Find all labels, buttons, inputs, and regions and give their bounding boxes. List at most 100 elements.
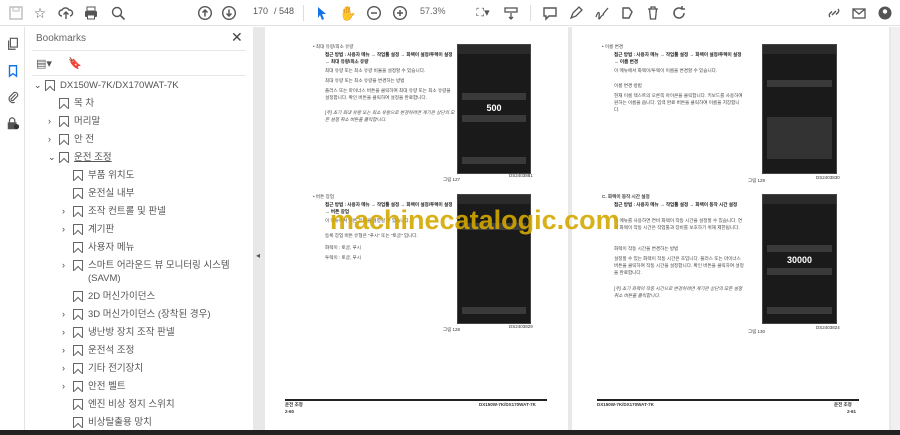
paragraph: 이 메뉴에서 화렉이/투렉이 이름을 변경할 수 있습니다. <box>614 68 718 73</box>
chevron-icon[interactable]: › <box>48 115 57 128</box>
bookmark-label: 안전 벨트 <box>88 380 126 393</box>
bookmark-label: 조작 컨트롤 및 판넬 <box>88 205 166 218</box>
bookmark-label: 운전석 조정 <box>88 344 134 357</box>
chevron-icon[interactable]: › <box>62 344 71 357</box>
chevron-icon[interactable]: › <box>48 133 57 146</box>
paragraph: 화렉이 : 토글, 푸시 <box>325 245 361 250</box>
close-panel-button[interactable]: ✕ <box>231 29 243 46</box>
bookmark-item[interactable]: › 머리말 <box>48 115 100 128</box>
bookmark-label-text: (SAVM) <box>88 273 121 284</box>
stamp-icon[interactable] <box>618 4 636 22</box>
bookmarks-icon[interactable] <box>4 62 21 79</box>
scroll-mode-icon[interactable] <box>502 4 520 22</box>
paragraph: 플러스 또는 마이너스 버튼을 클릭하여 최대 유량 또는 최소 유량을 설정합… <box>325 88 451 100</box>
print-icon[interactable] <box>82 4 100 22</box>
bookmark-item[interactable]: 운전실 내부 <box>62 187 134 200</box>
bookmark-icon <box>73 363 83 374</box>
chevron-icon[interactable]: › <box>62 380 71 393</box>
email-icon[interactable] <box>850 4 868 22</box>
bookmark-icon <box>73 242 83 253</box>
bookmarks-panel: Bookmarks ✕ ▤▾ 🔖 ⌄ DX150W-7K/DX170WAT-7K 목… <box>26 27 272 430</box>
select-cursor-icon[interactable] <box>313 4 331 22</box>
zoom-in-icon[interactable] <box>391 4 409 22</box>
bookmark-label: 3D 머신가이던스 (장착된 경우) <box>88 308 211 321</box>
bookmark-item[interactable]: › 스마트 어라운드 뷰 모니터링 시스템 (SAVM) <box>62 259 230 285</box>
share-link-icon[interactable] <box>825 4 843 22</box>
rotate-icon[interactable] <box>670 4 688 22</box>
options-menu-icon: ▤▾ <box>36 58 52 70</box>
attachments-icon[interactable] <box>4 88 21 105</box>
bookmark-item[interactable]: › 3D 머신가이던스 (장착된 경우) <box>62 308 211 321</box>
chevron-icon[interactable]: › <box>62 326 71 339</box>
page-total: / 548 <box>274 6 295 16</box>
bookmark-icon <box>59 152 69 163</box>
bookmark-item[interactable]: › 계기판 <box>62 223 114 236</box>
bookmark-icon <box>73 327 83 338</box>
bookmark-item[interactable]: › 조작 컨트롤 및 판넬 <box>62 205 166 218</box>
zoom-out-icon[interactable] <box>365 4 383 22</box>
bookmark-item[interactable]: 엔진 비상 정지 스위치 <box>62 398 175 411</box>
save-icon[interactable] <box>7 4 25 22</box>
bookmark-icon <box>73 170 83 181</box>
find-bookmark-icon[interactable]: 🔖 <box>68 57 82 70</box>
fit-page-icon[interactable]: ⛶▾ <box>474 4 492 22</box>
footer-page-number: 2-61 <box>847 409 857 414</box>
bookmark-item[interactable]: › 운전석 조정 <box>62 344 134 357</box>
bookmark-item[interactable]: 비상탈출용 망치 <box>62 416 152 429</box>
bookmark-item[interactable]: › 안전 벨트 <box>62 380 126 393</box>
zoom-level-input[interactable]: 57.3% <box>420 6 446 16</box>
bookmark-item[interactable]: ⌄ DX150W-7K/DX170WAT-7K <box>34 79 179 92</box>
bookmark-options-button[interactable]: ▤▾ <box>36 57 52 70</box>
figure-code: DS2403829 <box>509 324 533 329</box>
page-thumbnails-icon[interactable] <box>4 35 21 52</box>
bookmark-icon <box>73 381 83 392</box>
bookmark-item[interactable]: › 안 전 <box>48 133 94 146</box>
bookmark-label-text: 사용자 메뉴 <box>88 242 135 253</box>
sign-icon[interactable] <box>593 4 611 22</box>
bookmark-label-text: 부품 위치도 <box>88 170 135 181</box>
figure-code: DS2403830 <box>816 175 840 180</box>
bookmark-item[interactable]: 목 차 <box>48 97 94 110</box>
collapse-panel-icon[interactable]: ◂ <box>256 251 260 260</box>
star-icon[interactable]: ☆ <box>31 4 49 22</box>
chevron-icon[interactable]: › <box>62 205 71 218</box>
chevron-icon[interactable]: › <box>62 259 71 272</box>
bookmark-item[interactable]: 2D 머신가이던스 <box>62 290 155 303</box>
hand-icon[interactable]: ✋ <box>339 4 357 22</box>
page-number-input[interactable]: 170 <box>248 6 268 16</box>
bookmark-label-text: 냉난방 장치 조작 판넬 <box>88 327 175 338</box>
chevron-icon[interactable]: ⌄ <box>34 79 43 92</box>
bookmark-icon <box>73 206 83 217</box>
section-heading: C. 화렉이 동작 시간 설정 <box>602 194 650 199</box>
bookmark-label: 사용자 메뉴 <box>88 241 134 254</box>
figure-screen: 500 <box>457 44 531 174</box>
bookmark-label-text: 목 차 <box>74 98 95 109</box>
bookmark-item[interactable]: 부품 위치도 <box>62 169 134 182</box>
chevron-icon[interactable]: › <box>62 362 71 375</box>
chevron-icon[interactable]: › <box>62 308 71 321</box>
bookmark-item[interactable]: ⌄ 운전 조정 <box>48 151 112 164</box>
chevron-icon[interactable]: ⌄ <box>48 151 57 164</box>
bookmark-label-text: 3D 머신가이던스 (장착된 경우) <box>88 309 211 320</box>
delete-icon[interactable] <box>644 4 662 22</box>
zoom-search-icon[interactable] <box>109 4 127 22</box>
document-scrollbar[interactable] <box>891 27 900 430</box>
bookmark-item[interactable]: › 기타 전기장치 <box>62 362 143 375</box>
highlight-icon[interactable] <box>567 4 585 22</box>
bookmark-label: DX150W-7K/DX170WAT-7K <box>60 79 179 92</box>
bookmark-item[interactable]: 사용자 메뉴 <box>62 241 134 254</box>
bookmark-item[interactable]: › 냉난방 장치 조작 판넬 <box>62 326 175 339</box>
figure-screen <box>762 44 837 174</box>
security-icon[interactable] <box>4 115 21 132</box>
bookmark-icon <box>73 399 83 410</box>
account-icon[interactable] <box>876 4 894 22</box>
page-down-icon[interactable] <box>220 4 238 22</box>
chevron-icon[interactable]: › <box>62 223 71 236</box>
figure-caption: 그림 128 <box>443 327 461 332</box>
figure-value: 30000 <box>786 255 813 265</box>
cloud-upload-icon[interactable] <box>57 4 75 22</box>
page-up-icon[interactable] <box>196 4 214 22</box>
figure-screen: 30000 <box>762 194 837 324</box>
bookmark-label-text: 2D 머신가이던스 <box>88 291 156 302</box>
comment-icon[interactable] <box>541 4 559 22</box>
